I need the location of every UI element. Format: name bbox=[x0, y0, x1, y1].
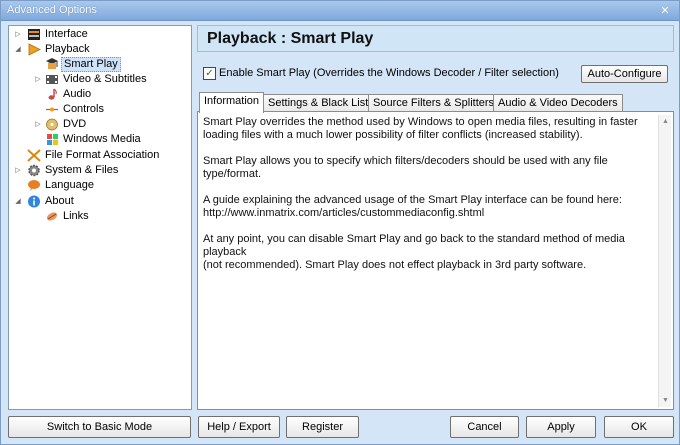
tree-item-label: File Format Association bbox=[45, 149, 160, 161]
tree-item-system-files[interactable]: ▷ System & Files bbox=[13, 163, 183, 178]
enable-smart-play-label[interactable]: Enable Smart Play (Overrides the Windows… bbox=[219, 67, 559, 79]
windows-media-icon bbox=[47, 134, 58, 145]
info-icon bbox=[28, 195, 40, 208]
tree-item-file-format[interactable]: File Format Association bbox=[13, 148, 188, 163]
section-header: Playback : Smart Play bbox=[197, 25, 674, 52]
paragraph-disable: At any point, you can disable Smart Play… bbox=[203, 233, 625, 271]
ok-button[interactable]: OK bbox=[604, 416, 674, 438]
tree-item-about[interactable]: ◢ About bbox=[13, 194, 183, 209]
options-row: ✓ Enable Smart Play (Overrides the Windo… bbox=[197, 61, 674, 87]
tab-information[interactable]: Information bbox=[199, 92, 265, 113]
tree-item-video-subtitles[interactable]: ▷ Video & Subtitles bbox=[13, 72, 183, 87]
link-icon bbox=[46, 212, 58, 221]
playback-icon bbox=[28, 43, 41, 56]
tree-item-label: About bbox=[45, 195, 74, 207]
cancel-button[interactable]: Cancel bbox=[450, 416, 519, 438]
tree-item-label: System & Files bbox=[45, 164, 119, 176]
file-format-icon bbox=[27, 149, 41, 162]
tree-item-label: Audio bbox=[63, 88, 92, 100]
expand-icon[interactable]: ▷ bbox=[33, 117, 43, 132]
tree-item-label: Video & Subtitles bbox=[63, 73, 147, 85]
tab-settings-black-list[interactable]: Settings & Black List bbox=[263, 94, 374, 112]
enable-smart-play-checkbox[interactable]: ✓ bbox=[203, 67, 216, 80]
tree-item-label: Interface bbox=[45, 28, 88, 40]
controls-icon bbox=[46, 107, 58, 112]
tree-item-language[interactable]: Language bbox=[13, 178, 183, 193]
tab-bar: Information Settings & Black List Source… bbox=[197, 92, 674, 113]
tab-source-filters-splitters[interactable]: Source Filters & Splitters bbox=[368, 94, 500, 112]
tree-item-windows-media[interactable]: Windows Media bbox=[13, 132, 183, 147]
paragraph-filters: Smart Play allows you to specify which f… bbox=[203, 155, 608, 180]
scroll-down-icon[interactable]: ▼ bbox=[659, 394, 672, 407]
tree-item-label: Links bbox=[63, 210, 89, 222]
tree-item-label: Playback bbox=[45, 43, 90, 55]
switch-basic-mode-button[interactable]: Switch to Basic Mode bbox=[8, 416, 191, 438]
apply-button[interactable]: Apply bbox=[526, 416, 596, 438]
tree-item-playback[interactable]: ◢ Playback bbox=[13, 42, 183, 57]
tree-item-dvd[interactable]: ▷ DVD bbox=[13, 117, 183, 132]
collapse-icon[interactable]: ◢ bbox=[13, 42, 23, 57]
smart-play-icon bbox=[46, 58, 58, 69]
tree-item-interface[interactable]: ▷ Interface bbox=[13, 27, 183, 42]
paragraph-overview: Smart Play overrides the method used by … bbox=[203, 116, 638, 141]
information-panel: Smart Play overrides the method used by … bbox=[197, 111, 674, 410]
note-icon bbox=[48, 88, 57, 100]
close-icon[interactable]: ✕ bbox=[657, 4, 673, 18]
tree-item-label: Controls bbox=[63, 103, 104, 115]
gear-icon bbox=[28, 164, 40, 177]
register-button[interactable]: Register bbox=[286, 416, 359, 438]
tree-item-label: Windows Media bbox=[63, 133, 141, 145]
interface-icon bbox=[28, 29, 40, 40]
dvd-icon bbox=[46, 118, 58, 131]
help-export-button[interactable]: Help / Export bbox=[198, 416, 280, 438]
window-title: Advanced Options bbox=[7, 4, 97, 16]
auto-configure-button[interactable]: Auto-Configure bbox=[581, 65, 668, 83]
collapse-icon[interactable]: ◢ bbox=[13, 194, 23, 209]
options-tree[interactable]: ▷ Interface ◢ Playback Smart Play ▷ Vide… bbox=[8, 25, 192, 410]
title-bar[interactable]: Advanced Options ✕ bbox=[1, 1, 679, 21]
expand-icon[interactable]: ▷ bbox=[13, 27, 23, 42]
expand-icon[interactable]: ▷ bbox=[13, 163, 23, 178]
tree-item-smart-play[interactable]: Smart Play bbox=[13, 57, 183, 72]
tree-item-label: Smart Play bbox=[61, 57, 121, 72]
tree-item-links[interactable]: Links bbox=[13, 209, 183, 224]
page-title: Playback : Smart Play bbox=[207, 30, 374, 47]
tree-item-controls[interactable]: Controls bbox=[13, 102, 183, 117]
tree-item-label: DVD bbox=[63, 118, 87, 130]
tree-item-label: Language bbox=[45, 179, 94, 191]
expand-icon[interactable]: ▷ bbox=[33, 72, 43, 87]
tab-audio-video-decoders[interactable]: Audio & Video Decoders bbox=[493, 94, 623, 112]
scroll-up-icon[interactable]: ▲ bbox=[659, 115, 672, 128]
language-icon bbox=[28, 180, 40, 191]
vertical-scrollbar[interactable]: ▲ ▼ bbox=[658, 115, 671, 407]
tree-item-audio[interactable]: Audio bbox=[13, 87, 183, 102]
film-icon bbox=[46, 75, 58, 84]
information-text: Smart Play overrides the method used by … bbox=[203, 116, 656, 406]
paragraph-guide: A guide explaining the advanced usage of… bbox=[203, 194, 622, 219]
advanced-options-window: Advanced Options ✕ ▷ Interface ◢ Playbac… bbox=[0, 0, 680, 445]
